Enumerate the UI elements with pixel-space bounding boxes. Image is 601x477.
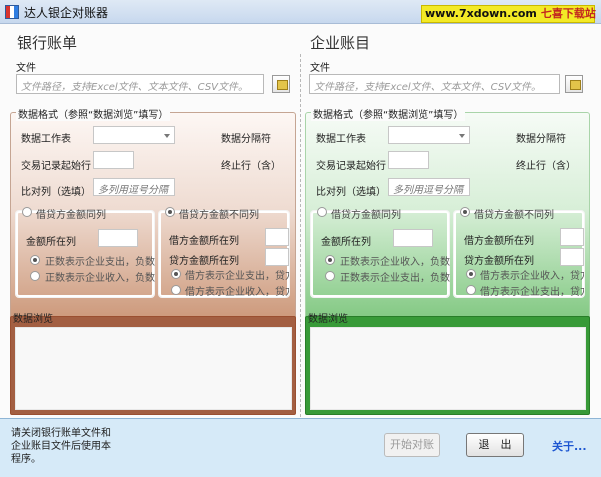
bank-same-negative-radio[interactable]	[30, 271, 40, 281]
watermark-banner: www.7xdown.com 七喜下载站	[421, 5, 596, 23]
footer-note: 请关闭银行账单文件和企业账目文件后使用本程序。	[11, 428, 111, 465]
start-reconcile-button[interactable]: 开始对账	[384, 433, 440, 457]
bank-format-panel: 数据格式（参照“数据浏览”填写） 数据工作表 数据分隔符 交易记录起始行 终止行…	[10, 106, 296, 325]
corp-amount-col-label: 金额所在列	[321, 237, 371, 248]
bank-debit-col-label: 借方金额所在列	[169, 236, 239, 247]
about-link[interactable]: 关于...	[552, 438, 587, 454]
bank-same-positive-label: 正数表示企业支出，负数	[45, 257, 155, 268]
bank-same-col-group: 借贷方金额同列 金额所在列 正数表示企业支出，负数 正数表示企业收入，负数	[16, 207, 155, 297]
corp-diff-col-radio[interactable]	[460, 207, 470, 217]
corp-format-panel: 数据格式（参照“数据浏览”填写） 数据工作表 数据分隔符 交易记录起始行 终止行…	[305, 106, 590, 325]
bank-end-row-label: 终止行（含）	[221, 161, 281, 172]
corp-debit-income-radio[interactable]	[466, 285, 476, 295]
bank-same-col-radio[interactable]	[22, 207, 32, 217]
bank-start-row-label: 交易记录起始行	[21, 161, 91, 172]
corp-amount-col-input[interactable]	[393, 229, 433, 247]
bank-credit-col-label: 贷方金额所在列	[169, 256, 239, 267]
bank-browse-grid[interactable]	[15, 327, 292, 410]
bank-same-col-label: 借贷方金额同列	[36, 210, 106, 221]
corp-debit-col-input[interactable]	[560, 228, 584, 246]
exit-button[interactable]: 退 出	[466, 433, 524, 457]
watermark-domain: www.7xdown.com	[425, 7, 537, 20]
bank-diff-col-label: 借贷方金额不同列	[179, 210, 259, 221]
main-area: 银行账单 文件 文件路径，支持Excel文件、文本文件、CSV文件。 数据格式（…	[0, 24, 601, 442]
corp-same-col-radio[interactable]	[317, 207, 327, 217]
bank-credit-col-input[interactable]	[265, 248, 289, 266]
corp-same-positive-radio[interactable]	[325, 255, 335, 265]
footer-bar: 请关闭银行账单文件和企业账目文件后使用本程序。 开始对账 退 出 关于...	[0, 418, 601, 477]
corp-data-browse: 数据浏览	[305, 314, 590, 415]
bank-amount-col-label: 金额所在列	[26, 237, 76, 248]
corp-worksheet-label: 数据工作表	[316, 134, 366, 145]
window-title: 达人银企对账器	[24, 6, 109, 20]
corp-start-row-input[interactable]	[388, 151, 429, 169]
title-bar: 达人银企对账器 www.7xdown.com 七喜下载站	[0, 0, 601, 24]
bank-debit-col-input[interactable]	[265, 228, 289, 246]
bank-section-title: 银行账单	[17, 34, 78, 52]
bank-debit-income-radio[interactable]	[171, 285, 181, 295]
bank-start-row-input[interactable]	[93, 151, 134, 169]
bank-diff-col-group: 借贷方金额不同列 借方金额所在列 贷方金额所在列 借方表示企业支出，贷方 借方表…	[159, 207, 289, 298]
bank-amount-col-input[interactable]	[98, 229, 138, 247]
corp-debit-income-label: 借方表示企业支出，贷方	[480, 287, 584, 298]
bank-file-input[interactable]: 文件路径，支持Excel文件、文本文件、CSV文件。	[16, 74, 264, 94]
section-divider	[300, 54, 301, 442]
bank-same-negative-label: 正数表示企业收入，负数	[45, 273, 155, 284]
corp-compare-col-input[interactable]: 多列用逗号分隔	[388, 178, 470, 196]
bank-browse-title: 数据浏览	[13, 314, 53, 325]
bank-same-positive-radio[interactable]	[30, 255, 40, 265]
corp-format-title: 数据格式（参照“数据浏览”填写）	[311, 106, 466, 121]
bank-worksheet-select[interactable]	[93, 126, 175, 144]
corp-credit-col-label: 贷方金额所在列	[464, 256, 534, 267]
corp-end-row-label: 终止行（含）	[516, 161, 576, 172]
corp-section-title: 企业账目	[310, 34, 371, 52]
corp-same-negative-radio[interactable]	[325, 271, 335, 281]
bank-debit-income-label: 借方表示企业收入，贷方	[185, 287, 289, 298]
bank-compare-col-input[interactable]: 多列用逗号分隔	[93, 178, 175, 196]
corp-debit-expense-radio[interactable]	[466, 269, 476, 279]
bank-debit-expense-radio[interactable]	[171, 269, 181, 279]
corp-same-col-group: 借贷方金额同列 金额所在列 正数表示企业收入，负数 正数表示企业支出，负数	[311, 207, 450, 297]
app-icon	[5, 5, 19, 19]
bank-file-label: 文件	[16, 63, 36, 74]
bank-diff-col-radio[interactable]	[165, 207, 175, 217]
corp-debit-expense-label: 借方表示企业收入，贷方	[480, 271, 584, 282]
bank-browse-file-button[interactable]	[272, 75, 290, 93]
corp-credit-col-input[interactable]	[560, 248, 584, 266]
watermark-site-name: 七喜下载站	[540, 7, 596, 20]
corp-diff-col-group: 借贷方金额不同列 借方金额所在列 贷方金额所在列 借方表示企业收入，贷方 借方表…	[454, 207, 584, 298]
corp-same-col-label: 借贷方金额同列	[331, 210, 401, 221]
corp-same-negative-label: 正数表示企业支出，负数	[340, 273, 450, 284]
corp-file-label: 文件	[310, 63, 330, 74]
bank-debit-expense-label: 借方表示企业支出，贷方	[185, 271, 289, 282]
corp-worksheet-select[interactable]	[388, 126, 470, 144]
corp-browse-title: 数据浏览	[308, 314, 348, 325]
bank-worksheet-label: 数据工作表	[21, 134, 71, 145]
corp-separator-label: 数据分隔符	[516, 134, 566, 145]
corp-diff-col-label: 借贷方金额不同列	[474, 210, 554, 221]
bank-data-browse: 数据浏览	[10, 314, 296, 415]
corp-start-row-label: 交易记录起始行	[316, 161, 386, 172]
bank-separator-label: 数据分隔符	[221, 134, 271, 145]
corp-browse-file-button[interactable]	[565, 75, 583, 93]
corp-file-input[interactable]: 文件路径，支持Excel文件、文本文件、CSV文件。	[309, 74, 560, 94]
corp-browse-grid[interactable]	[310, 327, 586, 410]
corp-same-positive-label: 正数表示企业收入，负数	[340, 257, 450, 268]
bank-format-title: 数据格式（参照“数据浏览”填写）	[16, 106, 171, 121]
corp-compare-col-label: 比对列（选填）	[316, 187, 386, 198]
bank-compare-col-label: 比对列（选填）	[21, 187, 91, 198]
corp-debit-col-label: 借方金额所在列	[464, 236, 534, 247]
